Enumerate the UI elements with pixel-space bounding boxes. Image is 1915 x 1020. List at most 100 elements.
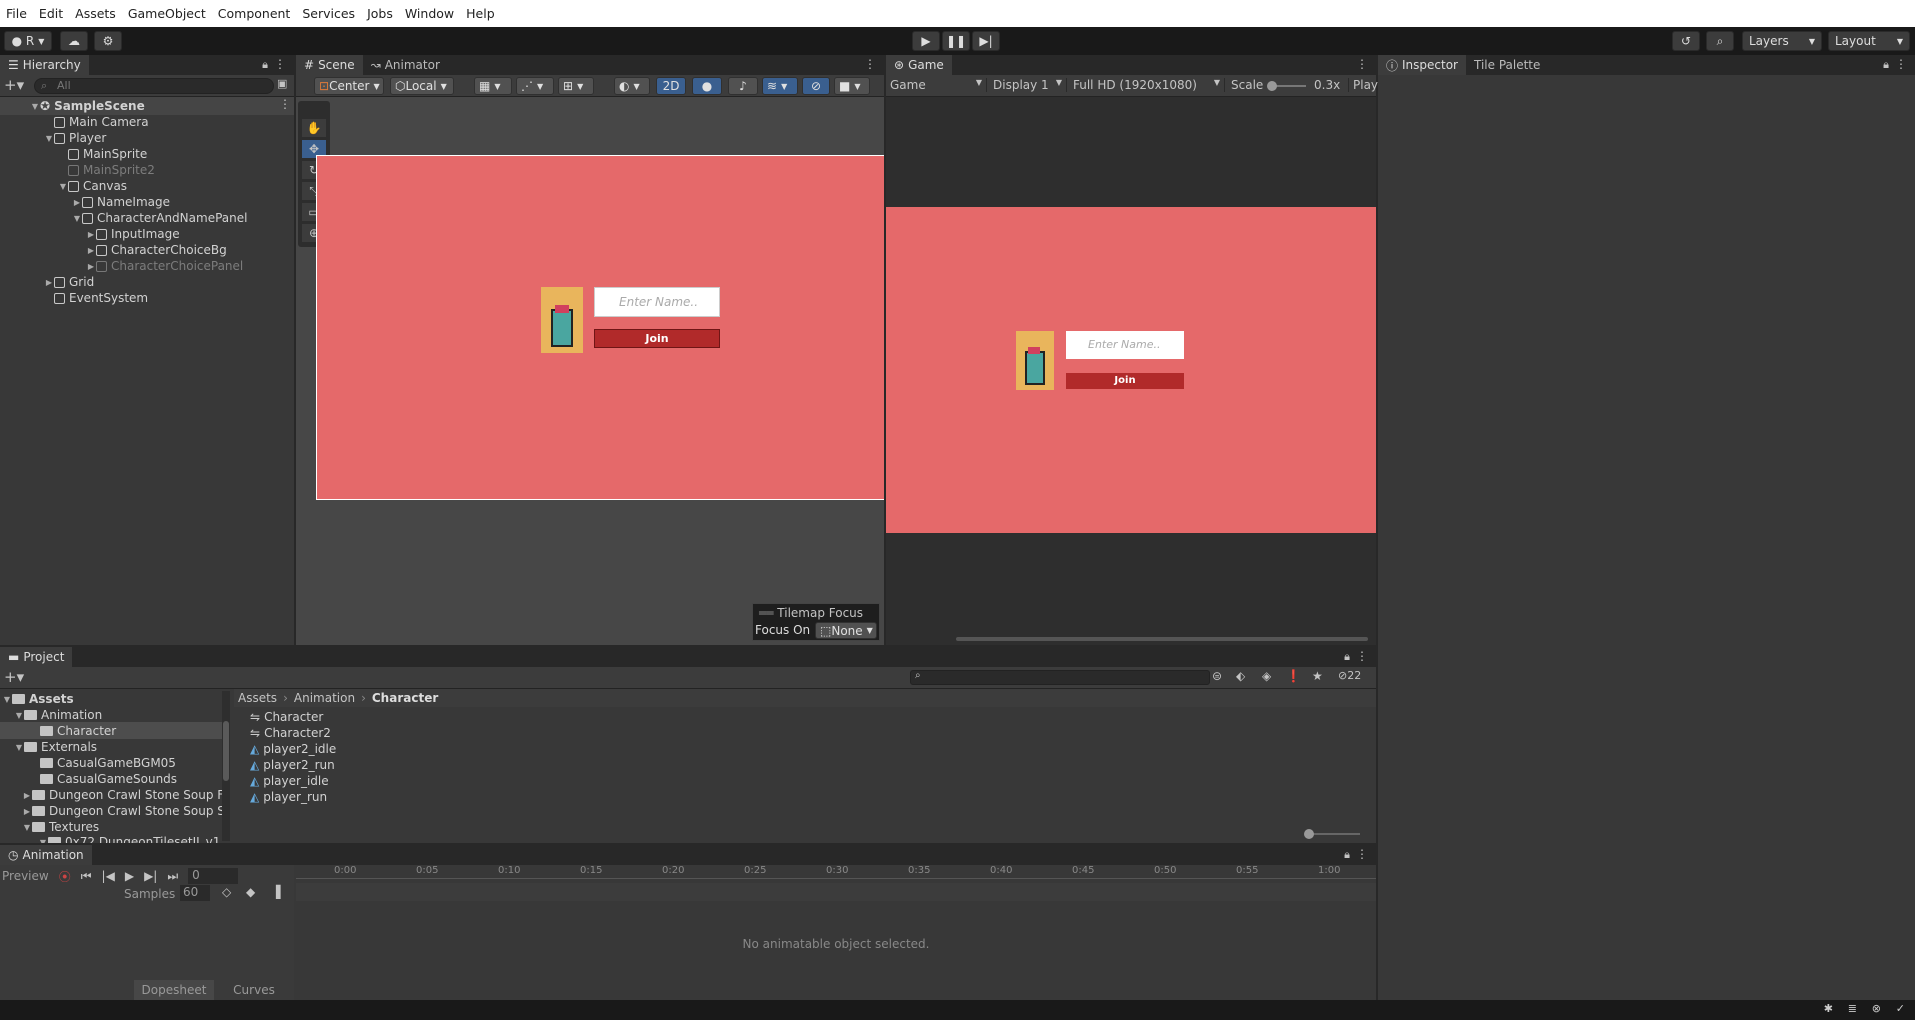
space-dropdown[interactable]: ⬡ Local ▼ [390, 77, 454, 95]
join-button[interactable]: Join [594, 329, 720, 348]
tab-animation[interactable]: ◷ Animation [0, 845, 92, 865]
increment-dropdown[interactable]: ⊞ ▼ [558, 77, 594, 95]
more-icon[interactable]: ⋮ [1356, 57, 1368, 71]
audio-toggle[interactable]: ♪ [728, 77, 758, 95]
focus-dropdown[interactable]: ⬚ None ▼ [815, 622, 877, 639]
tree-item[interactable]: ▼ Textures [22, 819, 99, 835]
file-item[interactable]: ◭ player_run [250, 789, 327, 805]
tree-item[interactable]: ▶ Dungeon Crawl Stone Soup F [22, 787, 224, 803]
more-icon[interactable]: ⋮ [274, 57, 286, 71]
star-icon[interactable]: ★ [1312, 669, 1323, 683]
icon-size-slider[interactable] [1304, 829, 1360, 839]
menu-file[interactable]: File [0, 6, 33, 21]
file-item[interactable]: ◭ player_idle [250, 773, 329, 789]
label-icon[interactable]: ◈ [1262, 669, 1271, 683]
log-icon[interactable]: ❗ [1286, 669, 1301, 683]
tree-item[interactable]: ▼ CharacterAndNamePanel [72, 210, 248, 226]
timeline-ruler[interactable]: 0:00 0:05 0:10 0:15 0:20 0:25 0:30 0:35 … [296, 865, 1376, 879]
expand-icon[interactable]: ▶ [86, 230, 96, 239]
resolution-dropdown[interactable]: Full HD (1920x1080) ▼ [1066, 78, 1220, 92]
tree-item[interactable]: EventSystem [44, 290, 148, 306]
tree-item[interactable]: CasualGameSounds [30, 771, 177, 787]
search-button[interactable]: ⌕ [1706, 31, 1734, 51]
name-input[interactable]: Enter Name.. [1066, 331, 1184, 359]
tree-item[interactable]: Main Camera [44, 114, 149, 130]
tree-item[interactable]: ▶ InputImage [86, 226, 180, 242]
play-focused-dropdown[interactable]: Play [1348, 78, 1378, 92]
menu-assets[interactable]: Assets [69, 6, 122, 21]
lock-icon[interactable]: 🔒︎ [1344, 650, 1350, 664]
tree-item-samplescene[interactable]: ▼ ✪ SampleScene [30, 98, 145, 114]
menu-services[interactable]: Services [296, 6, 361, 21]
tree-item[interactable]: MainSprite2 [58, 162, 155, 178]
name-input[interactable]: Enter Name.. [594, 287, 720, 317]
file-item[interactable]: ◭ player2_idle [250, 741, 336, 757]
last-key-icon[interactable]: ⏭ [167, 869, 178, 884]
game-view-dropdown[interactable]: Game ▼ [890, 78, 982, 92]
menu-gameobject[interactable]: GameObject [122, 6, 212, 21]
tab-inspector[interactable]: ⓘ Inspector [1378, 55, 1466, 75]
project-search-input[interactable]: ⌕ [910, 670, 1210, 685]
slider-thumb[interactable] [1267, 81, 1277, 91]
lighting-toggle[interactable]: ● [692, 77, 722, 95]
tree-item[interactable]: MainSprite [58, 146, 147, 162]
display-dropdown[interactable]: Display 1 ▼ [986, 78, 1062, 92]
scrollbar-thumb[interactable] [223, 721, 229, 781]
effects-dropdown[interactable]: ≋ ▼ [762, 77, 798, 95]
add-keyframe-icon[interactable]: ◇ [222, 885, 231, 899]
expand-icon[interactable]: ▼ [44, 134, 54, 143]
lock-icon[interactable]: 🔒︎ [262, 58, 268, 72]
lock-icon[interactable]: 🔒︎ [1883, 58, 1889, 72]
join-button[interactable]: Join [1066, 373, 1184, 389]
toggle-2d-button[interactable]: 2D [656, 77, 686, 95]
tree-item[interactable]: Character [30, 723, 116, 739]
step-button[interactable]: ▶| [972, 31, 1000, 51]
tab-tile-palette[interactable]: Tile Palette [1466, 55, 1548, 75]
more-icon[interactable]: ⋮ [864, 57, 876, 71]
pause-button[interactable]: ❚❚ [942, 31, 970, 51]
tab-scene[interactable]: # Scene [296, 55, 363, 75]
play-icon[interactable]: ▶ [125, 869, 134, 883]
expand-icon[interactable]: ▶ [72, 198, 82, 207]
tree-item[interactable]: ▼ Externals [14, 739, 97, 755]
tab-hierarchy[interactable]: ☰ Hierarchy [0, 55, 89, 75]
scene-canvas[interactable] [316, 155, 884, 500]
breadcrumb-item[interactable]: Character [372, 691, 438, 705]
file-item[interactable]: ⇋ Character [250, 709, 323, 725]
camera-dropdown[interactable]: ■ ▼ [834, 77, 870, 95]
expand-icon[interactable]: ▼ [72, 214, 82, 223]
network-icon[interactable]: ⊗ [1872, 1002, 1881, 1015]
expand-icon[interactable]: ▶ [44, 278, 54, 287]
add-event-icon[interactable]: ▌ [276, 885, 285, 899]
snap-dropdown[interactable]: ⋰ ▼ [516, 77, 554, 95]
lock-icon[interactable]: 🔒︎ [1344, 848, 1350, 862]
preview-toggle[interactable]: Preview [2, 869, 49, 883]
pivot-dropdown[interactable]: ⊡ Center ▼ [314, 77, 384, 95]
tab-animator[interactable]: ↝ Animator [363, 55, 448, 75]
next-key-icon[interactable]: ▶| [144, 869, 157, 883]
horizontal-scrollbar[interactable] [956, 637, 1368, 641]
samples-input[interactable]: 60 [180, 885, 210, 901]
tree-scrollbar[interactable] [222, 691, 230, 841]
tree-item[interactable]: ▶ Grid [44, 274, 94, 290]
scale-slider[interactable] [1267, 81, 1306, 91]
breadcrumb-item[interactable]: Animation [294, 691, 355, 705]
dopesheet-tab[interactable]: Dopesheet [134, 980, 214, 1000]
menu-window[interactable]: Window [399, 6, 460, 21]
tree-item[interactable]: ▶ CharacterChoicePanel [86, 258, 243, 274]
record-icon[interactable]: ⦿ [59, 868, 71, 885]
bug-icon[interactable]: ✱ [1824, 1002, 1833, 1015]
event-row[interactable] [296, 883, 1376, 901]
hidden-toggle[interactable]: ⊘ [802, 77, 830, 95]
tree-item[interactable]: ▶ NameImage [72, 194, 170, 210]
file-item[interactable]: ◭ player2_run [250, 757, 335, 773]
layout-dropdown[interactable]: Layout ▼ [1828, 31, 1910, 51]
hierarchy-search-input[interactable]: ⌕ All [34, 78, 274, 94]
slider-thumb[interactable] [1304, 829, 1314, 839]
more-icon[interactable]: ⋮ [1356, 649, 1368, 663]
shading-dropdown[interactable]: ◐ ▼ [614, 77, 650, 95]
tab-game[interactable]: ⊛ Game [886, 55, 952, 75]
tree-item[interactable]: ▼ Canvas [58, 178, 127, 194]
play-button[interactable]: ▶ [912, 31, 940, 51]
tree-item[interactable]: ▶ CharacterChoiceBg [86, 242, 227, 258]
